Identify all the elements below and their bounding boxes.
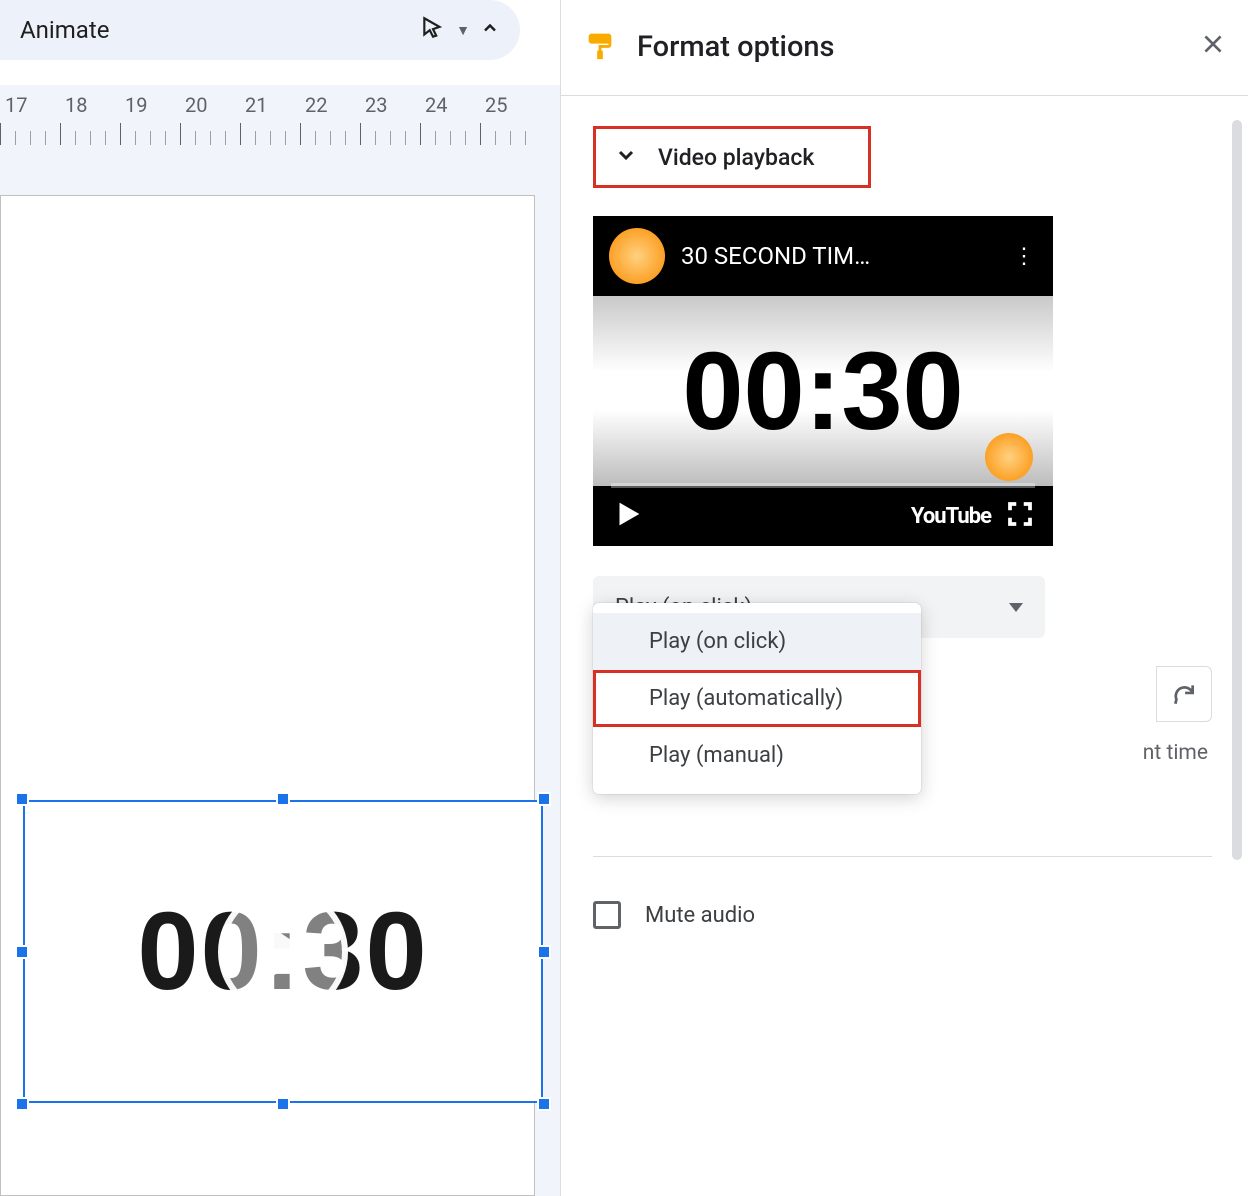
mute-audio-label: Mute audio <box>645 903 755 928</box>
youtube-video-title: 30 SECOND TIM… <box>681 242 997 270</box>
channel-avatar-icon[interactable] <box>609 228 665 284</box>
sidebar-body: Video playback 30 SECOND TIM… ⋮ 00:30 Yo… <box>561 96 1248 658</box>
resize-handle-tl[interactable] <box>15 792 29 806</box>
chevron-down-icon <box>614 143 638 171</box>
youtube-timer-text: 00:30 <box>682 328 963 455</box>
youtube-preview[interactable]: 30 SECOND TIM… ⋮ 00:30 YouTube <box>593 216 1053 546</box>
playback-option-manual[interactable]: Play (manual) <box>593 727 921 784</box>
youtube-body: 00:30 <box>593 296 1053 486</box>
horizontal-ruler: 17 18 19 20 21 22 23 24 25 <box>0 85 560 145</box>
cursor-icon[interactable] <box>420 15 446 45</box>
youtube-menu-icon[interactable]: ⋮ <box>1013 244 1037 269</box>
sidebar-title: Format options <box>637 30 1200 64</box>
editor-left-area: Animate ▼ 17 18 19 20 21 22 23 24 25 00:… <box>0 0 560 1196</box>
resize-handle-br[interactable] <box>537 1097 551 1111</box>
channel-watermark-icon[interactable] <box>985 433 1033 481</box>
ruler-mark: 19 <box>125 93 147 117</box>
youtube-controls: YouTube <box>593 486 1053 546</box>
cursor-dropdown-caret-icon[interactable]: ▼ <box>456 22 470 39</box>
youtube-top-bar: 30 SECOND TIM… ⋮ <box>593 216 1053 296</box>
animate-button[interactable]: Animate <box>20 16 420 44</box>
video-playback-section-header[interactable]: Video playback <box>593 126 871 188</box>
ruler-mark: 21 <box>245 93 267 117</box>
format-options-sidebar: Format options Video playback 30 SECOND … <box>560 0 1248 1196</box>
ruler-mark: 17 <box>5 93 27 117</box>
sidebar-scrollbar[interactable] <box>1232 120 1242 860</box>
ruler-mark: 18 <box>65 93 87 117</box>
current-time-label-tail: nt time <box>1143 741 1208 765</box>
video-thumbnail: 00:30 <box>23 800 543 1103</box>
collapse-chevron-up-icon[interactable] <box>480 18 500 43</box>
ruler-mark: 24 <box>425 93 447 117</box>
resize-handle-ml[interactable] <box>15 945 29 959</box>
toolbar: Animate ▼ <box>0 0 520 60</box>
youtube-progress-bar[interactable] <box>611 483 1035 488</box>
resize-handle-bm[interactable] <box>276 1097 290 1111</box>
ruler-mark: 25 <box>485 93 507 117</box>
playback-option-automatically[interactable]: Play (automatically) <box>593 670 921 727</box>
resize-handle-tm[interactable] <box>276 792 290 806</box>
youtube-play-icon[interactable] <box>611 497 645 535</box>
youtube-fullscreen-icon[interactable] <box>1005 499 1035 533</box>
resize-handle-tr[interactable] <box>537 792 551 806</box>
resize-handle-bl[interactable] <box>15 1097 29 1111</box>
youtube-logo[interactable]: YouTube <box>911 504 991 529</box>
ruler-mark: 22 <box>305 93 327 117</box>
dropdown-caret-icon <box>1009 603 1023 612</box>
playback-mode-menu: Play (on click) Play (automatically) Pla… <box>593 603 921 794</box>
toolbar-right-icons: ▼ <box>420 15 500 45</box>
selected-video-object[interactable]: 00:30 <box>23 800 543 1103</box>
ruler-mark: 23 <box>365 93 387 117</box>
ruler-mark: 20 <box>185 93 207 117</box>
paint-roller-icon <box>583 28 617 66</box>
section-divider <box>593 856 1212 857</box>
section-title: Video playback <box>658 144 814 171</box>
reset-time-button[interactable] <box>1156 666 1212 722</box>
mute-audio-checkbox[interactable] <box>593 901 621 929</box>
sidebar-header: Format options <box>561 0 1248 95</box>
play-overlay-icon[interactable] <box>218 887 348 1017</box>
resize-handle-mr[interactable] <box>537 945 551 959</box>
close-sidebar-button[interactable] <box>1200 31 1226 64</box>
playback-option-on-click[interactable]: Play (on click) <box>593 613 921 670</box>
mute-audio-row: Mute audio <box>593 901 755 929</box>
